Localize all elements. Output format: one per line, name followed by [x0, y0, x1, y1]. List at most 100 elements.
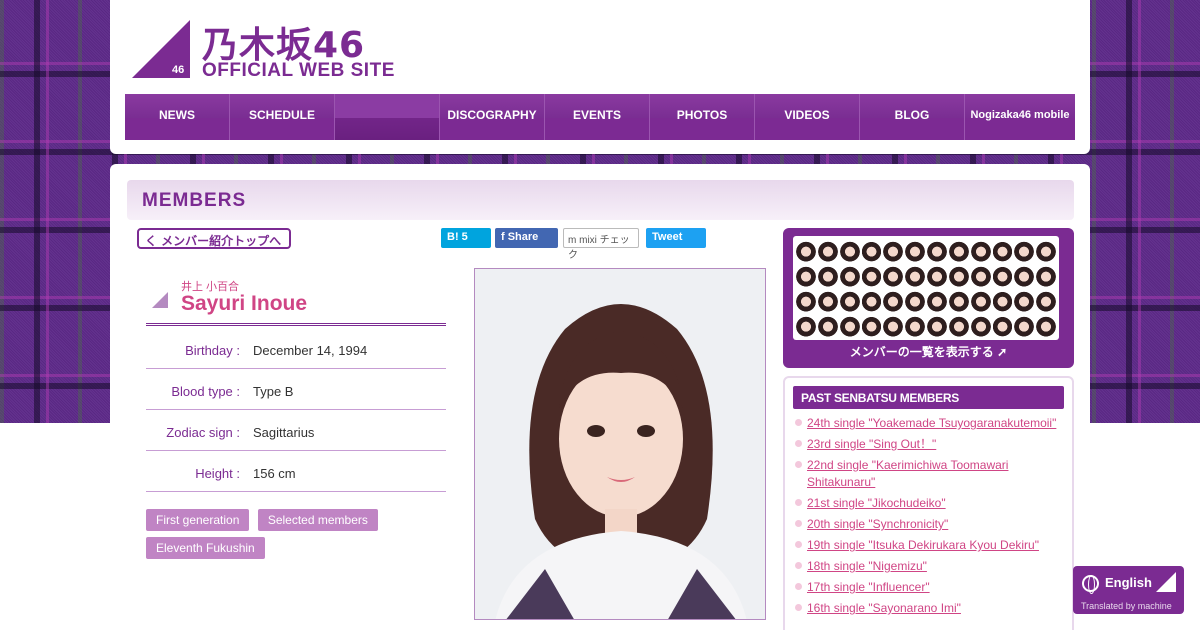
info-value: December 14, 1994	[253, 343, 368, 358]
info-row-birthday: Birthday : December 14, 1994	[146, 328, 446, 369]
info-row-zodiac: Zodiac sign : Sagittarius	[146, 410, 446, 451]
senbatsu-link[interactable]: 16th single "Sayonarano Imi"	[793, 600, 1064, 617]
nav-photos[interactable]: PHOTOS	[650, 94, 755, 140]
senbatsu-link[interactable]: 23rd single "Sing Out！"	[793, 436, 1064, 453]
member-thumb	[1036, 264, 1056, 287]
member-thumb	[948, 264, 969, 287]
past-senbatsu-panel: PAST SENBATSU MEMBERS 24th single "Yoake…	[783, 376, 1074, 630]
member-thumb	[992, 314, 1013, 337]
member-thumb	[927, 314, 947, 337]
senbatsu-link[interactable]: 18th single "Nigemizu"	[793, 558, 1064, 575]
member-thumb	[883, 314, 904, 337]
member-thumb	[817, 264, 838, 287]
member-thumb	[817, 289, 838, 312]
member-thumb	[883, 264, 904, 287]
info-value: Sagittarius	[253, 425, 315, 440]
member-thumb	[796, 314, 816, 337]
nav-members-active[interactable]	[335, 94, 440, 140]
member-thumb	[927, 264, 947, 287]
senbatsu-link[interactable]: 17th single "Influencer"	[793, 579, 1064, 596]
member-thumb	[883, 239, 904, 262]
senbatsu-link[interactable]: 21st single "Jikochudeiko"	[793, 495, 1064, 512]
section-title: MEMBERS	[142, 190, 247, 211]
member-thumb	[948, 239, 969, 262]
member-thumb	[1036, 289, 1056, 312]
nav-blog-label: BLOG	[894, 108, 930, 122]
member-thumb	[905, 314, 925, 337]
tag-selected-members[interactable]: Selected members	[257, 509, 378, 531]
member-thumb	[992, 239, 1013, 262]
member-thumb	[992, 264, 1013, 287]
nav-blog[interactable]: BLOG	[860, 94, 965, 140]
globe-icon	[1082, 575, 1099, 594]
member-thumb	[839, 289, 860, 312]
nav-news[interactable]: NEWS	[125, 94, 230, 140]
info-key: Blood type :	[171, 384, 240, 399]
back-to-members-button[interactable]: く メンバー紹介トップへ	[137, 228, 291, 249]
machine-translation-note: Translated by machine	[1081, 601, 1172, 611]
section-header: MEMBERS	[127, 180, 1074, 220]
member-thumb	[883, 289, 904, 312]
nav-mobile-label: Nogizaka46 mobile	[970, 109, 1070, 121]
logo-triangle-icon	[1156, 572, 1176, 592]
nav-news-label: NEWS	[159, 108, 195, 122]
nav-mobile[interactable]: Nogizaka46 mobile	[965, 94, 1075, 140]
member-thumb	[839, 314, 860, 337]
language-switcher[interactable]: English Translated by machine	[1073, 566, 1184, 614]
all-members-banner[interactable]: メンバーの一覧を表示する ➚	[783, 228, 1074, 368]
member-thumb	[796, 264, 816, 287]
senbatsu-link[interactable]: 20th single "Synchronicity"	[793, 516, 1064, 533]
member-portrait	[475, 269, 765, 619]
nav-events-label: EVENTS	[572, 108, 621, 122]
site-logo[interactable]: 46 乃木坂46 OFFICIAL WEB SITE	[132, 20, 402, 81]
member-thumb	[1014, 289, 1035, 312]
member-thumb	[1036, 314, 1056, 337]
member-thumb	[861, 239, 882, 262]
member-thumb	[861, 314, 882, 337]
nav-discography-label: DISCOGRAPHY	[447, 108, 537, 122]
tag-generation[interactable]: First generation	[146, 509, 250, 531]
member-thumb	[817, 314, 838, 337]
info-row-height: Height : 156 cm	[146, 451, 446, 492]
member-thumb	[948, 289, 969, 312]
past-senbatsu-list: 24th single "Yoakemade Tsuyogaranakutemo…	[793, 415, 1064, 617]
senbatsu-link[interactable]: 22nd single "Kaerimichiwa Toomawari Shit…	[793, 457, 1064, 491]
member-thumb	[948, 314, 969, 337]
nav-videos-label: VIDEOS	[784, 108, 830, 122]
member-thumb	[927, 239, 947, 262]
member-thumb	[992, 289, 1013, 312]
nav-photos-label: PHOTOS	[676, 108, 728, 122]
member-thumb	[1014, 239, 1035, 262]
language-label: English	[1105, 575, 1152, 590]
member-thumb	[796, 289, 816, 312]
nav-events[interactable]: EVENTS	[545, 94, 650, 140]
member-name-block: 井上 小百合 Sayuri Inoue	[146, 270, 446, 326]
main-nav: NEWS SCHEDULE DISCOGRAPHY EVENTS PHOTOS …	[125, 94, 1075, 140]
member-thumb	[970, 289, 991, 312]
member-photo	[474, 268, 766, 620]
nav-discography[interactable]: DISCOGRAPHY	[440, 94, 545, 140]
member-thumb	[905, 239, 925, 262]
tweet-button[interactable]: Tweet	[646, 228, 706, 248]
nav-schedule-label: SCHEDULE	[248, 108, 315, 122]
member-thumb	[817, 239, 838, 262]
member-thumb	[905, 264, 925, 287]
tag-fukushin[interactable]: Eleventh Fukushin	[146, 537, 265, 559]
info-value: Type B	[253, 384, 294, 399]
member-thumb	[1036, 239, 1056, 262]
member-thumb	[927, 289, 947, 312]
logo-title-en: OFFICIAL WEB SITE	[202, 60, 395, 81]
senbatsu-link[interactable]: 19th single "Itsuka Dekirukara Kyou Deki…	[793, 537, 1064, 554]
main-content: MEMBERS く メンバー紹介トップへ B! 5 f Share m mixi…	[110, 164, 1090, 630]
info-value: 156 cm	[253, 466, 296, 481]
info-row-blood-type: Blood type : Type B	[146, 369, 446, 410]
mixi-check-button[interactable]: m mixi チェック	[563, 228, 639, 261]
senbatsu-link[interactable]: 24th single "Yoakemade Tsuyogaranakutemo…	[793, 415, 1064, 432]
hatena-bookmark-button[interactable]: B! 5	[441, 228, 491, 248]
nav-schedule[interactable]: SCHEDULE	[230, 94, 335, 140]
nav-videos[interactable]: VIDEOS	[755, 94, 860, 140]
member-thumb	[839, 264, 860, 287]
member-thumb	[839, 239, 860, 262]
facebook-share-button[interactable]: f Share	[495, 228, 558, 248]
member-thumb	[905, 289, 925, 312]
